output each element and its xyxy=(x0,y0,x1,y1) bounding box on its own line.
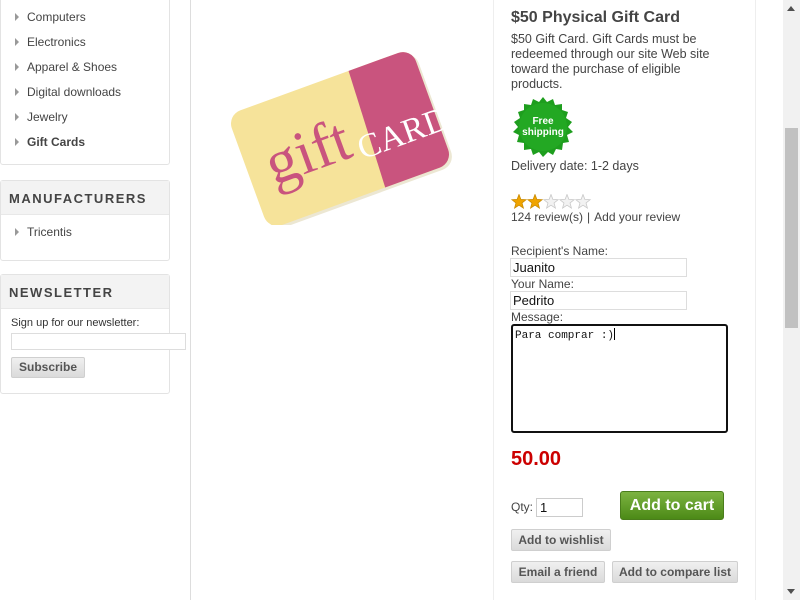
triangle-right-icon xyxy=(15,113,19,121)
star-filled-icon xyxy=(510,193,528,209)
category-label: Computers xyxy=(27,10,86,24)
triangle-right-icon xyxy=(15,228,19,236)
star-empty-icon xyxy=(558,193,576,209)
message-text: Para comprar :) xyxy=(515,330,615,342)
free-shipping-text: shipping xyxy=(522,127,564,138)
category-item-apparel-shoes[interactable]: Apparel & Shoes xyxy=(15,55,121,80)
scroll-up-button[interactable] xyxy=(783,0,800,17)
triangle-right-icon xyxy=(15,63,19,71)
star-filled-icon xyxy=(526,193,544,209)
newsletter-label: Sign up for our newsletter: xyxy=(11,317,140,329)
newsletter-title: NEWSLETTER xyxy=(1,275,169,309)
message-textarea[interactable]: Para comprar :) xyxy=(511,324,728,433)
product-price: 50.00 xyxy=(511,448,562,470)
add-to-wishlist-button[interactable]: Add to wishlist xyxy=(511,529,611,551)
newsletter-email-input[interactable] xyxy=(11,333,186,350)
product-title: $50 Physical Gift Card xyxy=(511,9,680,26)
free-shipping-seal-icon: Free shipping xyxy=(513,97,573,157)
free-shipping-badge: Free shipping xyxy=(511,97,575,164)
vertical-scrollbar[interactable] xyxy=(783,0,800,600)
subscribe-button[interactable]: Subscribe xyxy=(11,357,85,378)
triangle-right-icon xyxy=(15,138,19,146)
category-list: Computers Electronics Apparel & Shoes Di… xyxy=(15,5,121,155)
arrow-up-icon xyxy=(787,6,795,11)
add-review-link[interactable]: Add your review xyxy=(594,210,680,224)
category-label: Electronics xyxy=(27,35,86,49)
product-image[interactable]: gift CARD xyxy=(222,50,454,229)
category-item-computers[interactable]: Computers xyxy=(15,5,121,30)
triangle-right-icon xyxy=(15,38,19,46)
manufacturers-title: MANUFACTURERS xyxy=(1,181,169,215)
add-to-compare-button[interactable]: Add to compare list xyxy=(612,561,738,583)
your-name-input[interactable]: Pedrito xyxy=(510,291,687,310)
message-label: Message: xyxy=(511,310,564,324)
column-divider xyxy=(493,0,494,600)
qty-input[interactable]: 1 xyxy=(536,498,583,517)
reviews-line: 124 review(s) | Add your review xyxy=(511,210,680,224)
manufacturer-item-tricentis[interactable]: Tricentis xyxy=(15,225,72,239)
reviews-count-link[interactable]: 124 review(s) xyxy=(511,210,583,224)
triangle-right-icon xyxy=(15,88,19,96)
triangle-right-icon xyxy=(15,13,19,21)
category-item-jewelry[interactable]: Jewelry xyxy=(15,105,121,130)
categories-block: Computers Electronics Apparel & Shoes Di… xyxy=(0,0,170,165)
star-empty-icon xyxy=(542,193,560,209)
category-label: Gift Cards xyxy=(27,135,86,149)
category-label: Apparel & Shoes xyxy=(27,60,118,74)
your-name-label: Your Name: xyxy=(511,277,574,291)
qty-label: Qty: xyxy=(511,500,534,514)
column-divider xyxy=(190,0,191,600)
newsletter-block: NEWSLETTER Sign up for our newsletter: S… xyxy=(0,274,186,394)
category-item-digital-downloads[interactable]: Digital downloads xyxy=(15,80,121,105)
recipient-name-label: Recipient's Name: xyxy=(511,244,608,258)
category-label: Jewelry xyxy=(27,110,68,124)
add-to-cart-button[interactable]: Add to cart xyxy=(620,491,724,520)
star-empty-icon xyxy=(574,193,592,209)
scroll-down-button[interactable] xyxy=(783,583,800,600)
free-shipping-text: Free xyxy=(532,116,554,127)
column-divider xyxy=(755,0,756,600)
manufacturer-label: Tricentis xyxy=(27,225,72,239)
star-rating-icon xyxy=(510,193,592,209)
delivery-date: Delivery date: 1-2 days xyxy=(511,159,639,173)
product-description: $50 Gift Card. Gift Cards must be redeem… xyxy=(511,32,710,91)
category-label: Digital downloads xyxy=(27,85,122,99)
email-a-friend-button[interactable]: Email a friend xyxy=(511,561,605,583)
category-item-gift-cards[interactable]: Gift Cards xyxy=(15,130,121,155)
recipient-name-input[interactable]: Juanito xyxy=(510,258,687,277)
arrow-down-icon xyxy=(787,589,795,594)
category-item-electronics[interactable]: Electronics xyxy=(15,30,121,55)
text-caret xyxy=(614,328,616,340)
scrollbar-thumb[interactable] xyxy=(785,128,798,328)
gift-card-image: gift CARD xyxy=(227,50,454,229)
reviews-separator: | xyxy=(587,210,591,224)
manufacturers-block: MANUFACTURERS Tricentis xyxy=(0,180,170,261)
